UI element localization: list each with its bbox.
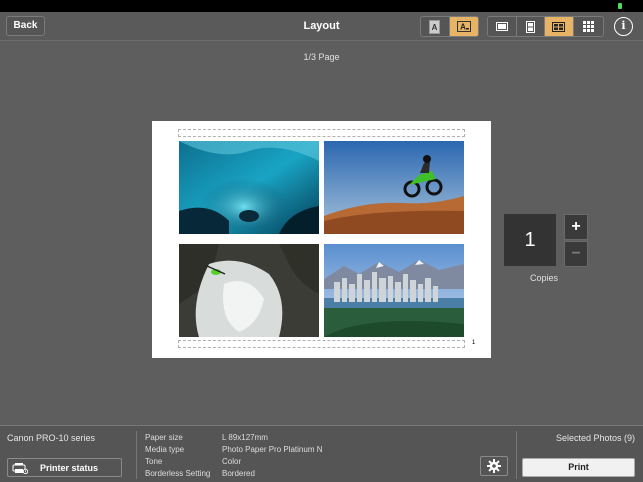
battery-icon <box>618 3 622 9</box>
photo-motocross[interactable] <box>324 141 464 234</box>
layout-1-option[interactable] <box>488 17 517 36</box>
divider <box>516 431 517 479</box>
image-icon <box>179 244 319 337</box>
setting-key: Media type <box>145 445 185 454</box>
printer-name: Canon PRO-10 series <box>7 433 96 443</box>
bottom-bar: Canon PRO-10 series Printer status Paper… <box>0 425 643 482</box>
layout-1-icon <box>495 22 508 31</box>
text-style-toggle: A A <box>420 16 479 37</box>
setting-value: Photo Paper Pro Platinum N <box>222 445 323 454</box>
info-icon[interactable]: i <box>614 17 633 36</box>
setting-value: Color <box>222 457 242 466</box>
setting-value: Bordered <box>222 469 255 478</box>
gear-icon <box>487 459 501 473</box>
copies-increment-button[interactable]: + <box>564 214 588 240</box>
text-filled-icon: A <box>456 21 471 32</box>
printer-status-label: Printer status <box>40 462 99 473</box>
layout-9-option[interactable] <box>574 17 603 36</box>
photo-kayak-waterfall[interactable] <box>179 244 319 337</box>
page-number: 1 <box>472 340 476 346</box>
image-icon <box>324 244 464 337</box>
layout-2-option[interactable] <box>517 17 546 36</box>
setting-key: Tone <box>145 457 163 466</box>
layout-2-icon <box>525 20 535 33</box>
footer-text-area[interactable] <box>178 340 465 348</box>
layout-4-option[interactable] <box>545 17 574 36</box>
layout-4-icon <box>552 21 566 32</box>
photo-city-skyline[interactable] <box>324 244 464 337</box>
setting-value: L 89x127mm <box>222 433 268 442</box>
page-indicator: 1/3 Page <box>303 52 340 62</box>
copies-value: 1 <box>504 214 556 266</box>
printer-status-button[interactable]: Printer status <box>7 458 122 477</box>
text-filled-option[interactable]: A <box>449 17 478 36</box>
header-text-area[interactable] <box>178 129 465 137</box>
selected-photos-count[interactable]: Selected Photos (9) <box>556 433 635 443</box>
photo-ice-cave[interactable] <box>179 141 319 234</box>
divider <box>136 431 137 479</box>
settings-button[interactable] <box>480 456 508 476</box>
copies-decrement-button[interactable]: − <box>564 241 588 267</box>
status-bar <box>0 0 643 12</box>
svg-text:A: A <box>460 23 466 32</box>
copies-label: Copies <box>529 273 558 283</box>
image-icon <box>324 141 464 234</box>
layout-toggle <box>487 16 604 37</box>
layout-9-icon <box>582 21 594 32</box>
nav-bar: Back Layout A A i <box>0 12 643 41</box>
setting-key: Borderless Setting <box>145 469 211 478</box>
image-icon <box>179 141 319 234</box>
print-preview-page: 1 <box>152 121 491 358</box>
text-outline-option[interactable]: A <box>421 17 450 36</box>
printer-icon <box>12 462 28 474</box>
print-button[interactable]: Print <box>522 458 635 477</box>
setting-key: Paper size <box>145 433 183 442</box>
svg-text:A: A <box>432 23 438 32</box>
text-outline-icon: A <box>429 19 441 34</box>
